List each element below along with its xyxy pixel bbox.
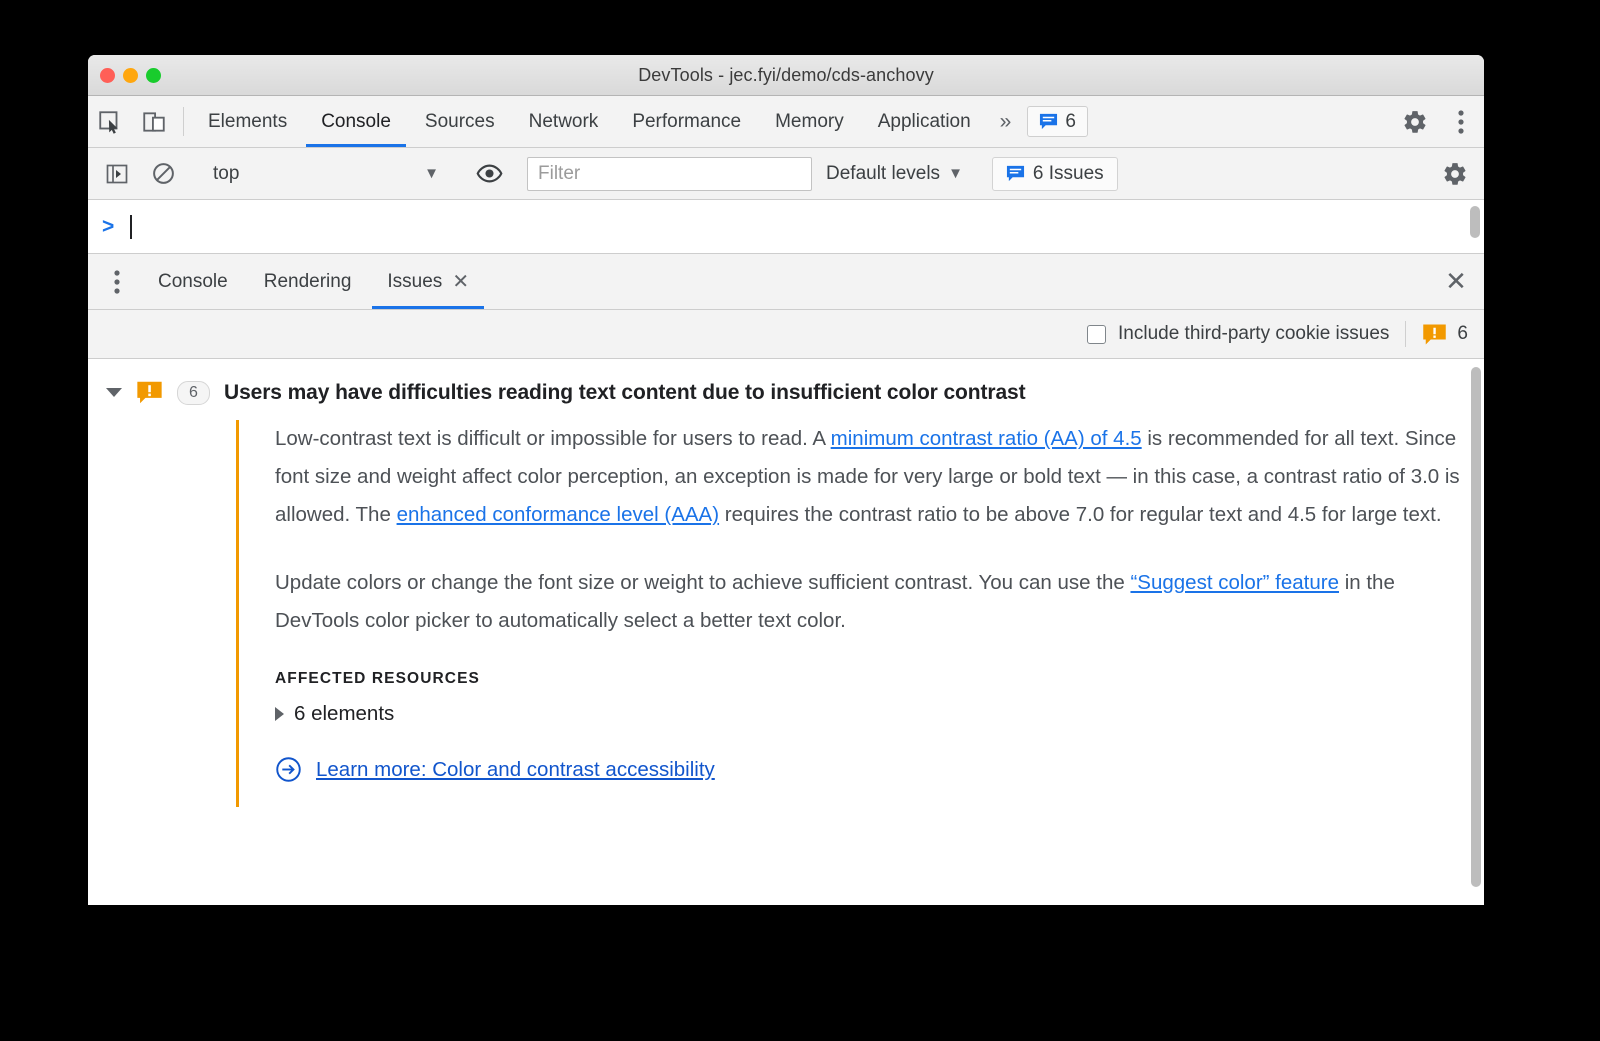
circled-arrow-icon — [276, 757, 301, 782]
issues-badge-count: 6 — [1065, 110, 1076, 132]
tab-memory[interactable]: Memory — [758, 96, 861, 147]
log-levels-label: Default levels — [826, 162, 941, 184]
issue-title: Users may have difficulties reading text… — [224, 380, 1026, 404]
toolbar-divider — [1405, 321, 1407, 347]
drawer-tab-issues[interactable]: Issues ✕ — [369, 254, 487, 309]
tab-label: Network — [528, 110, 599, 132]
tab-label: Sources — [424, 110, 495, 132]
chevron-down-icon: ▼ — [948, 165, 963, 182]
issue-description-paragraph-1: Low-contrast text is difficult or imposs… — [275, 420, 1484, 534]
tab-network[interactable]: Network — [512, 96, 616, 147]
console-output-area[interactable]: > — [88, 200, 1484, 254]
issues-warning-count-label: 6 — [1457, 323, 1468, 344]
paragraph1-part1: Low-contrast text is difficult or imposs… — [275, 427, 831, 450]
device-toolbar-icon[interactable] — [132, 96, 176, 147]
zoom-window-button[interactable] — [146, 68, 161, 83]
console-sidebar-icon[interactable] — [94, 162, 140, 186]
console-text-caret — [130, 214, 133, 239]
more-vertical-icon[interactable] — [94, 254, 140, 309]
learn-more-row[interactable]: Learn more: Color and contrast accessibi… — [275, 756, 1484, 783]
toolbar-divider — [183, 107, 184, 136]
console-toolbar-right — [1417, 161, 1478, 187]
close-window-button[interactable] — [100, 68, 115, 83]
issues-warning-count: 6 — [1422, 322, 1478, 347]
close-icon: ✕ — [1445, 266, 1467, 296]
console-scrollbar[interactable] — [1470, 206, 1480, 238]
console-issues-button[interactable]: 6 Issues — [991, 156, 1118, 191]
eye-icon[interactable] — [466, 160, 512, 187]
filter-input-placeholder: Filter — [538, 162, 581, 184]
issue-header-row[interactable]: 6 Users may have difficulties reading te… — [88, 359, 1484, 420]
console-issues-label: 6 Issues — [1032, 162, 1104, 184]
expand-triangle-icon[interactable] — [275, 707, 284, 721]
more-vertical-icon[interactable] — [1438, 108, 1484, 136]
link-enhanced-conformance-level[interactable]: enhanced conformance level (AAA) — [397, 503, 720, 526]
issue-description-paragraph-2: Update colors or change the font size or… — [275, 564, 1484, 640]
paragraph1-part3: requires the contrast ratio to be above … — [719, 503, 1442, 526]
window-title-bar: DevTools - jec.fyi/demo/cds-anchovy — [88, 55, 1484, 96]
issue-message-icon — [1006, 165, 1024, 182]
learn-more-link[interactable]: Learn more: Color and contrast accessibi… — [316, 758, 715, 782]
tab-console[interactable]: Console — [304, 96, 408, 147]
chevron-down-icon: ▼ — [424, 165, 439, 182]
devtools-window: DevTools - jec.fyi/demo/cds-anchovy Elem… — [88, 55, 1484, 905]
close-drawer-button[interactable]: ✕ — [1428, 254, 1484, 309]
close-icon[interactable]: ✕ — [452, 269, 469, 294]
affected-resources-heading: AFFECTED RESOURCES — [275, 670, 480, 687]
tab-label: Memory — [775, 110, 844, 132]
tab-application[interactable]: Application — [861, 96, 988, 147]
affected-resource-row[interactable]: 6 elements — [275, 702, 1484, 726]
drawer-tab-rendering[interactable]: Rendering — [246, 254, 370, 309]
issue-detail: Low-contrast text is difficult or imposs… — [236, 420, 1484, 807]
tab-label: Console — [321, 110, 391, 132]
tab-label: Application — [877, 110, 971, 132]
tab-sources[interactable]: Sources — [408, 96, 512, 147]
tab-performance[interactable]: Performance — [615, 96, 758, 147]
tab-label: Performance — [632, 110, 742, 132]
drawer-tab-label: Console — [158, 270, 228, 292]
gear-icon[interactable] — [1392, 109, 1438, 135]
issue-count-pill: 6 — [177, 380, 210, 405]
third-party-cookie-checkbox[interactable] — [1087, 324, 1106, 344]
tab-label: Elements — [208, 110, 288, 132]
paragraph2-part1: Update colors or change the font size or… — [275, 571, 1131, 594]
issues-panel-body: 6 Users may have difficulties reading te… — [88, 359, 1484, 905]
drawer-tabbar: Console Rendering Issues ✕ ✕ — [88, 254, 1484, 310]
link-suggest-color-feature[interactable]: “Suggest color” feature — [1130, 571, 1339, 594]
affected-resource-label[interactable]: 6 elements — [294, 702, 394, 726]
gear-icon[interactable] — [1432, 161, 1478, 187]
third-party-cookie-label: Include third-party cookie issues — [1118, 323, 1390, 344]
drawer-tab-label: Rendering — [263, 270, 352, 292]
window-title: DevTools - jec.fyi/demo/cds-anchovy — [638, 64, 934, 85]
execution-context-selector[interactable]: top ▼ — [201, 163, 451, 185]
minimize-window-button[interactable] — [123, 68, 138, 83]
log-levels-selector[interactable]: Default levels ▼ — [812, 163, 977, 185]
third-party-cookie-checkbox-row[interactable]: Include third-party cookie issues — [1087, 323, 1389, 345]
console-filter-toolbar: top ▼ Filter Default levels ▼ 6 Issues — [88, 148, 1484, 200]
collapse-triangle-icon[interactable] — [106, 388, 122, 397]
warning-issue-icon — [137, 381, 162, 404]
issues-badge-button[interactable]: 6 — [1027, 106, 1088, 137]
drawer-tab-label: Issues — [387, 270, 443, 292]
link-minimum-contrast-ratio[interactable]: minimum contrast ratio (AA) of 4.5 — [831, 427, 1142, 450]
warning-issue-icon — [1423, 324, 1447, 344]
filter-input[interactable]: Filter — [527, 156, 812, 191]
execution-context-value: top — [213, 162, 240, 184]
main-tabbar-right-tools — [1377, 96, 1484, 147]
issues-scrollbar[interactable] — [1471, 367, 1481, 887]
drawer-tab-console[interactable]: Console — [140, 254, 246, 309]
window-controls — [100, 68, 161, 83]
console-prompt-arrow: > — [102, 214, 115, 238]
issue-message-icon — [1040, 113, 1058, 130]
clear-console-icon[interactable] — [140, 161, 186, 186]
inspect-element-icon[interactable] — [88, 96, 132, 147]
tab-elements[interactable]: Elements — [191, 96, 304, 147]
devtools-main-tabbar: Elements Console Sources Network Perform… — [88, 96, 1484, 148]
more-tabs-icon[interactable]: » — [988, 96, 1024, 147]
issues-toolbar: Include third-party cookie issues 6 — [88, 310, 1484, 359]
